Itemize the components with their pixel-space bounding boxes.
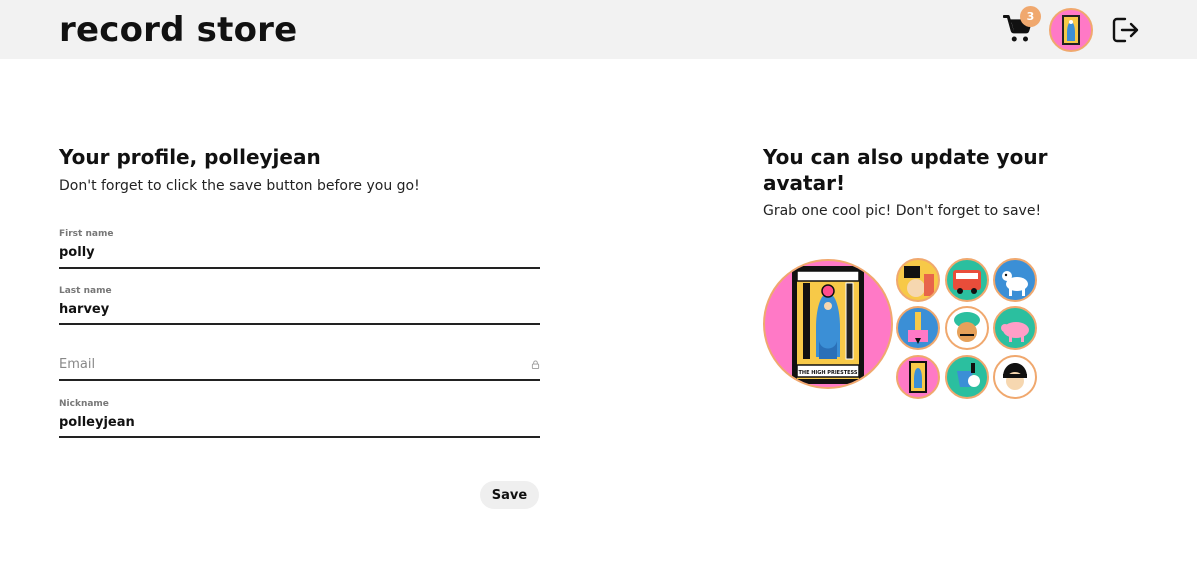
first-name-value[interactable]: polly (59, 240, 540, 266)
avatar-option-bowl-cut-man[interactable] (993, 355, 1037, 399)
card-caption: THE HIGH PRIESTESS (798, 370, 857, 376)
first-name-label: First name (59, 229, 114, 239)
profile-subtitle: Don't forget to click the save button be… (59, 178, 420, 194)
last-name-label: Last name (59, 286, 112, 296)
top-bar: record store 3 (0, 0, 1197, 59)
brand-logo[interactable]: record store (59, 8, 297, 52)
nickname-label: Nickname (59, 399, 109, 409)
avatar-option-bucket-hand[interactable] (945, 355, 989, 399)
email-field[interactable]: Email (59, 356, 540, 381)
avatar-option-the-high-priestess[interactable] (896, 355, 940, 399)
email-placeholder: Email (59, 357, 96, 372)
avatar-option-pencil-hand[interactable] (896, 306, 940, 350)
cart-count-badge: 3 (1020, 6, 1041, 27)
avatar-option-pig[interactable] (993, 306, 1037, 350)
profile-section: Your profile, polleyjean Don't forget to… (59, 140, 540, 196)
avatar-option-red-bus[interactable] (945, 258, 989, 302)
user-avatar[interactable] (1049, 8, 1093, 52)
avatar-section: You can also update your avatar! Grab on… (763, 140, 1063, 221)
logout-icon[interactable] (1109, 15, 1141, 45)
avatar-option-turban-man[interactable] (945, 306, 989, 350)
avatar-option-book-reader[interactable] (896, 258, 940, 302)
avatar-title: You can also update your avatar! (763, 145, 1048, 195)
avatar-subtitle: Grab one cool pic! Don't forget to save! (763, 203, 1042, 219)
nickname-field[interactable]: Nickname polleyjean (59, 398, 540, 438)
nickname-value[interactable]: polleyjean (59, 410, 540, 436)
last-name-field[interactable]: Last name harvey (59, 285, 540, 325)
avatar-option-dog[interactable] (993, 258, 1037, 302)
save-button[interactable]: Save (480, 481, 539, 509)
last-name-value[interactable]: harvey (59, 297, 540, 323)
lock-icon (531, 360, 540, 369)
profile-title: Your profile, polleyjean (59, 145, 321, 169)
selected-avatar-preview: THE HIGH PRIESTESS (763, 259, 893, 389)
first-name-field[interactable]: First name polly (59, 228, 540, 269)
